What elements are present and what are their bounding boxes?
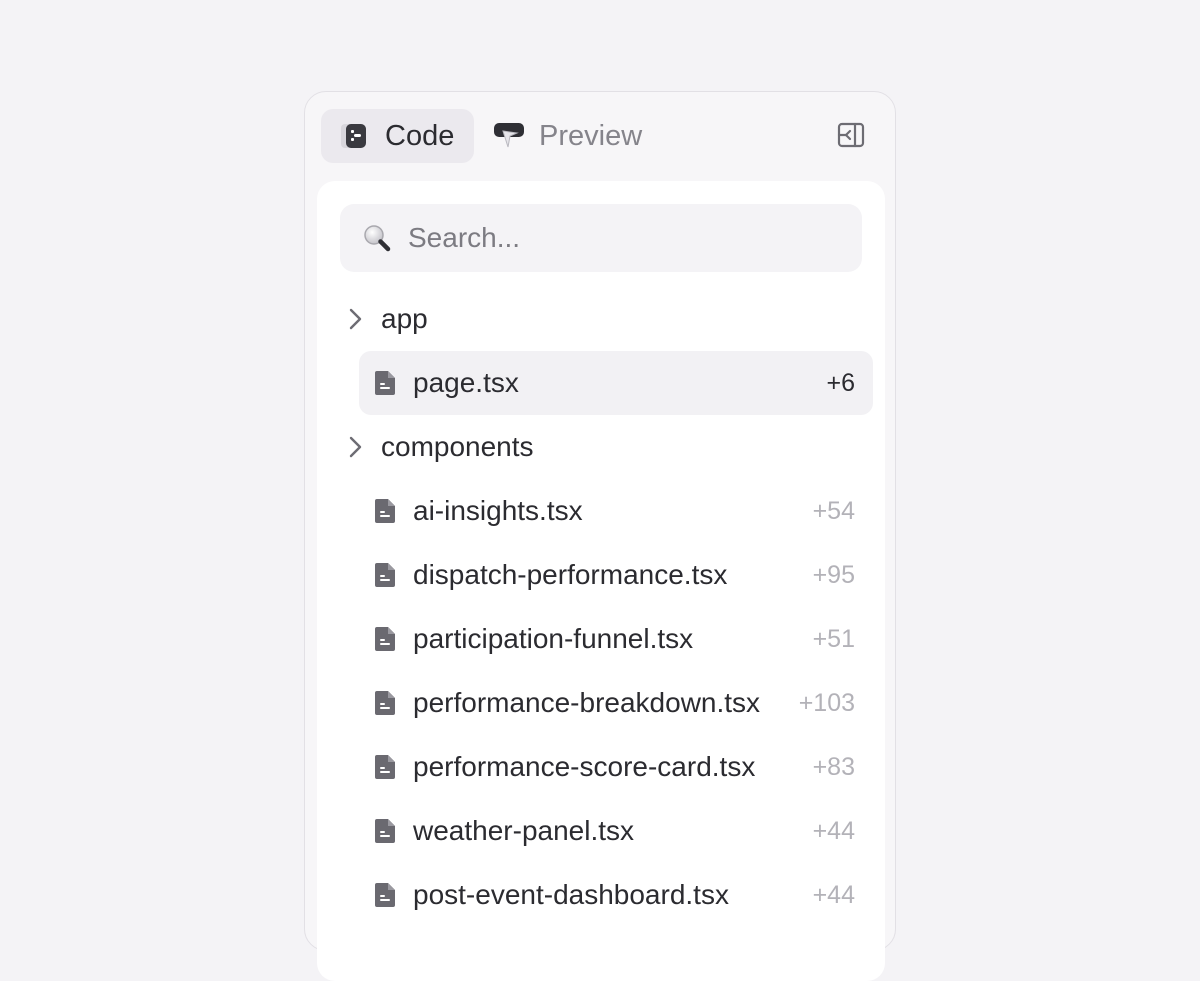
file-tree: app page.tsx +6 components ai-insights.t… — [317, 287, 885, 927]
file-tree-card: app page.tsx +6 components ai-insigh — [317, 181, 885, 981]
folder-name: app — [381, 303, 428, 334]
preview-icon — [493, 120, 525, 152]
file-item-ai-insights-tsx[interactable]: ai-insights.tsx +54 — [359, 479, 873, 543]
file-name: ai-insights.tsx — [413, 495, 583, 526]
line-change-count: +83 — [812, 752, 855, 781]
line-change-count: +103 — [798, 688, 855, 717]
folder-name: components — [381, 431, 534, 462]
file-icon — [373, 817, 397, 845]
file-icon — [373, 625, 397, 653]
file-icon — [373, 497, 397, 525]
folder-app[interactable]: app — [317, 287, 885, 351]
file-icon — [373, 369, 397, 397]
file-item-participation-funnel-tsx[interactable]: participation-funnel.tsx +51 — [359, 607, 873, 671]
line-change-count: +6 — [826, 368, 855, 397]
file-name: dispatch-performance.tsx — [413, 559, 728, 590]
search-box[interactable] — [340, 204, 862, 272]
chevron-right-icon — [343, 435, 367, 459]
file-icon — [373, 881, 397, 909]
file-item-performance-score-card-tsx[interactable]: performance-score-card.tsx +83 — [359, 735, 873, 799]
file-name: performance-score-card.tsx — [413, 751, 756, 782]
file-name: page.tsx — [413, 367, 519, 398]
file-item-weather-panel-tsx[interactable]: weather-panel.tsx +44 — [359, 799, 873, 863]
tab-preview-label: Preview — [539, 119, 643, 152]
search-input[interactable] — [406, 221, 850, 255]
line-change-count: +44 — [812, 880, 855, 909]
search-icon — [362, 223, 392, 253]
file-icon — [373, 561, 397, 589]
chevron-right-icon — [343, 307, 367, 331]
tab-code-label: Code — [385, 119, 455, 152]
code-icon — [339, 120, 371, 152]
file-explorer-panel: Code Preview Search... app page.tsx +6 c… — [304, 91, 896, 981]
file-item-dispatch-performance-tsx[interactable]: dispatch-performance.tsx +95 — [359, 543, 873, 607]
file-icon — [373, 753, 397, 781]
file-name: weather-panel.tsx — [413, 815, 635, 846]
file-item-post-event-dashboard-tsx[interactable]: post-event-dashboard.tsx +44 — [359, 863, 873, 927]
sidebar-collapse-icon — [836, 121, 866, 154]
file-name: performance-breakdown.tsx — [413, 687, 761, 718]
file-name: participation-funnel.tsx — [413, 623, 694, 654]
line-change-count: +95 — [812, 560, 855, 589]
file-item-page-tsx[interactable]: page.tsx +6 — [359, 351, 873, 415]
line-change-count: +54 — [812, 496, 855, 525]
line-change-count: +44 — [812, 816, 855, 845]
tab-code[interactable]: Code — [321, 109, 474, 163]
file-icon — [373, 689, 397, 717]
folder-components[interactable]: components — [317, 415, 885, 479]
tab-preview[interactable]: Preview — [491, 109, 661, 163]
file-item-performance-breakdown-tsx[interactable]: performance-breakdown.tsx +103 — [359, 671, 873, 735]
file-name: post-event-dashboard.tsx — [413, 879, 729, 910]
line-change-count: +51 — [812, 624, 855, 653]
collapse-panel-button[interactable] — [835, 122, 867, 152]
